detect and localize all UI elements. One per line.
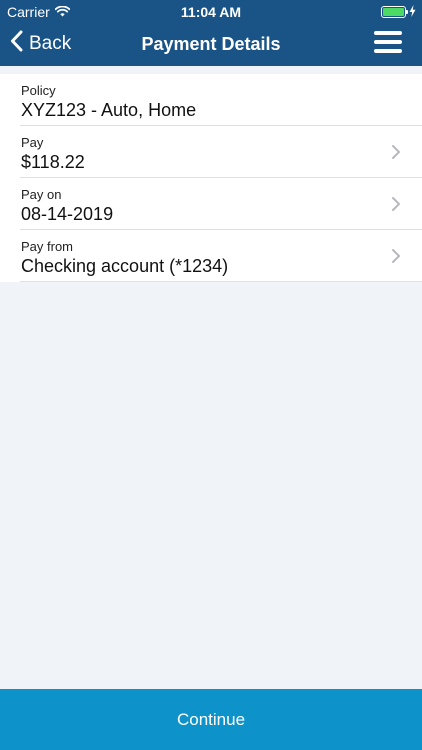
chevron-right-icon [392,197,400,211]
row-value: Checking account (*1234) [21,256,229,276]
continue-button[interactable]: Continue [0,689,422,750]
page-title: Payment Details [141,34,281,54]
row-value: XYZ123 - Auto, Home [21,100,197,120]
hamburger-icon-bar [374,49,402,53]
status-bar: Carrier 11:04 AM [0,0,422,22]
menu-button[interactable] [374,31,402,53]
chevron-right-icon [392,145,400,159]
row-policy: Policy XYZ123 - Auto, Home [20,74,422,126]
charging-bolt-icon [409,4,416,20]
row-label: Pay from [21,239,74,254]
row-label: Policy [21,83,56,98]
payment-details-list: Policy XYZ123 - Auto, Home Pay $118.22 P… [0,74,422,282]
hamburger-icon-bar [374,40,402,44]
row-pay-from[interactable]: Pay from Checking account (*1234) [20,230,422,282]
row-value: 08-14-2019 [21,204,114,224]
battery-level [383,8,404,16]
status-time: 11:04 AM [180,4,242,20]
hamburger-icon [374,31,402,35]
header: Carrier 11:04 AM Back Payment Details [0,0,422,66]
row-pay-amount[interactable]: Pay $118.22 [20,126,422,178]
continue-label: Continue [176,709,246,729]
battery-icon [381,6,408,18]
chevron-right-icon [392,249,400,263]
row-label: Pay [21,135,44,150]
payment-details-screen: Carrier 11:04 AM Back Payment Details Po… [0,0,422,750]
row-pay-on[interactable]: Pay on 08-14-2019 [20,178,422,230]
row-value: $118.22 [21,152,85,172]
navigation-bar: Back Payment Details [0,22,422,66]
status-right [381,4,416,20]
row-label: Pay on [21,187,62,202]
